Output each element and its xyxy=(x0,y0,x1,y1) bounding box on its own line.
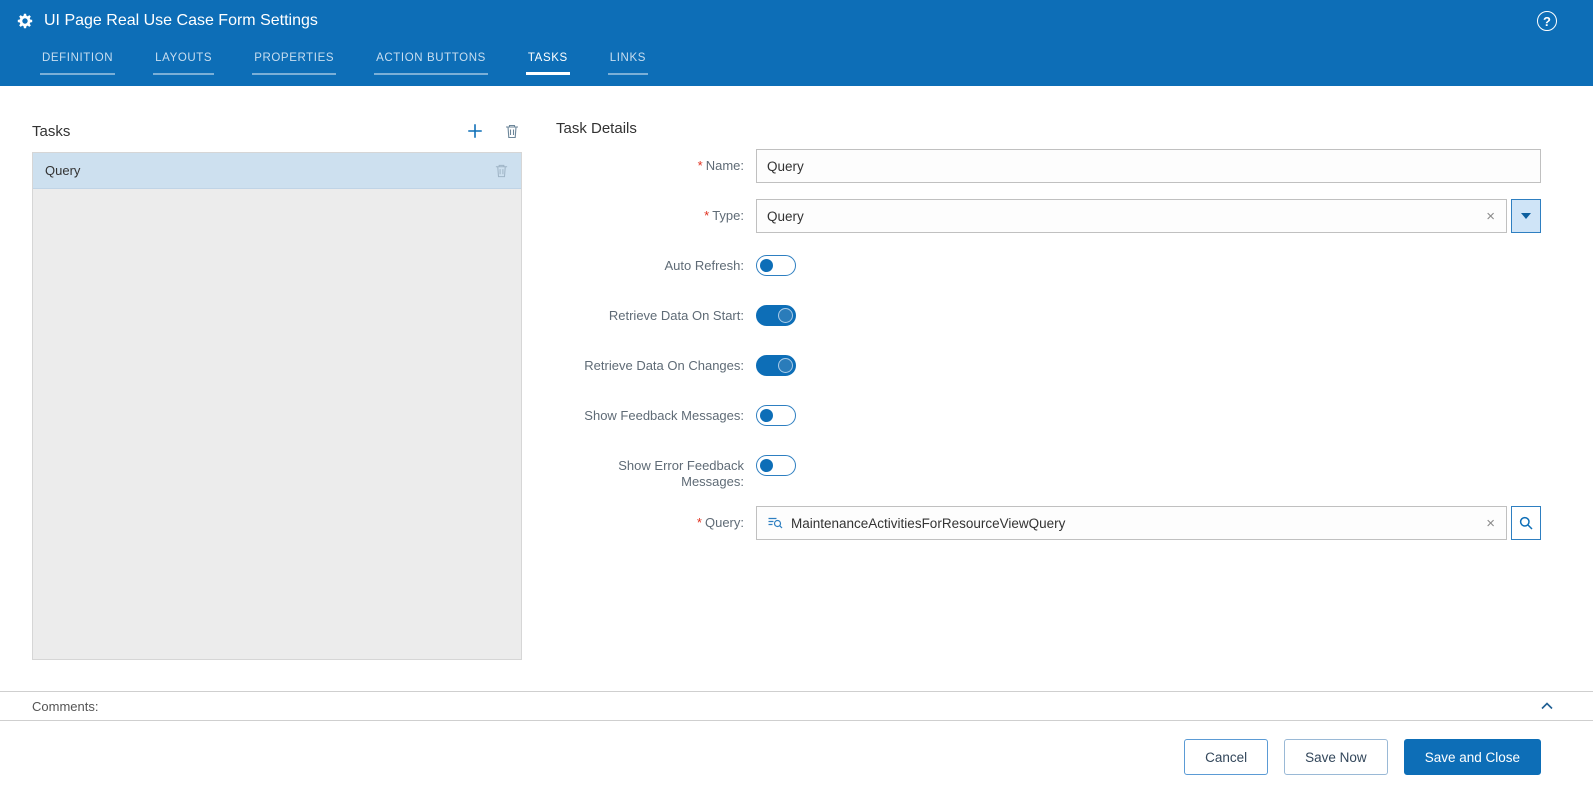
type-combobox[interactable]: Query × xyxy=(756,199,1507,233)
query-row: *Query: MaintenanceActivitiesForResource… xyxy=(556,506,1541,540)
show-feedback-toggle[interactable] xyxy=(756,405,796,426)
comments-collapse-button[interactable] xyxy=(1537,696,1557,716)
add-task-button[interactable] xyxy=(464,120,486,142)
plus-icon xyxy=(466,122,484,140)
query-search-lines-icon xyxy=(767,515,783,531)
query-label: Query: xyxy=(705,515,744,530)
tasks-panel-title: Tasks xyxy=(32,123,448,140)
comments-label: Comments: xyxy=(32,699,1537,714)
clear-icon[interactable]: × xyxy=(1481,209,1500,224)
auto-refresh-label: Auto Refresh: xyxy=(556,249,756,283)
tab-definition[interactable]: DEFINITION xyxy=(40,50,115,75)
search-icon xyxy=(1518,515,1534,531)
retrieve-on-start-label: Retrieve Data On Start: xyxy=(556,299,756,333)
chevron-down-icon xyxy=(1521,213,1531,219)
type-label: Type: xyxy=(712,208,744,223)
task-item-label: Query xyxy=(45,163,80,178)
tab-layouts[interactable]: LAYOUTS xyxy=(153,50,214,75)
tab-tasks[interactable]: TASKS xyxy=(526,50,570,75)
main-content: Tasks Query Task Details xyxy=(0,86,1593,691)
page-title: UI Page Real Use Case Form Settings xyxy=(44,12,318,30)
show-feedback-row: Show Feedback Messages: xyxy=(556,399,1541,433)
chevron-up-icon xyxy=(1539,698,1555,714)
tasks-list: Query xyxy=(32,152,522,660)
tab-action-buttons[interactable]: ACTION BUTTONS xyxy=(374,50,488,75)
retrieve-on-changes-toggle[interactable] xyxy=(756,355,796,376)
retrieve-on-start-row: Retrieve Data On Start: xyxy=(556,299,1541,333)
tab-bar: DEFINITION LAYOUTS PROPERTIES ACTION BUT… xyxy=(0,42,1593,86)
required-asterisk: * xyxy=(704,208,709,223)
required-asterisk: * xyxy=(698,158,703,173)
show-error-feedback-label: Show Error Feedback Messages: xyxy=(556,449,756,490)
app-header: UI Page Real Use Case Form Settings ? xyxy=(0,0,1593,42)
type-value: Query xyxy=(767,209,1481,224)
name-row: *Name: xyxy=(556,149,1541,183)
task-list-item[interactable]: Query xyxy=(33,153,521,189)
auto-refresh-toggle[interactable] xyxy=(756,255,796,276)
save-and-close-button[interactable]: Save and Close xyxy=(1404,739,1541,775)
query-lookup-button[interactable] xyxy=(1511,506,1541,540)
type-row: *Type: Query × xyxy=(556,199,1541,233)
retrieve-on-changes-label: Retrieve Data On Changes: xyxy=(556,349,756,383)
delete-task-button[interactable] xyxy=(502,121,522,141)
name-label: Name: xyxy=(706,158,744,173)
name-input[interactable] xyxy=(756,149,1541,183)
row-trash-icon[interactable] xyxy=(494,163,509,178)
auto-refresh-row: Auto Refresh: xyxy=(556,249,1541,283)
tab-links[interactable]: LINKS xyxy=(608,50,648,75)
show-error-feedback-row: Show Error Feedback Messages: xyxy=(556,449,1541,490)
retrieve-on-start-toggle[interactable] xyxy=(756,305,796,326)
task-details-panel: Task Details *Name: *Type: Query × xyxy=(556,120,1541,691)
trash-icon xyxy=(504,123,520,139)
tab-properties[interactable]: PROPERTIES xyxy=(252,50,336,75)
type-dropdown-button[interactable] xyxy=(1511,199,1541,233)
help-icon[interactable]: ? xyxy=(1537,11,1557,31)
task-details-title: Task Details xyxy=(556,120,1541,137)
show-feedback-label: Show Feedback Messages: xyxy=(556,399,756,433)
clear-icon[interactable]: × xyxy=(1481,516,1500,531)
required-asterisk: * xyxy=(697,515,702,530)
gear-icon xyxy=(16,12,34,30)
cancel-button[interactable]: Cancel xyxy=(1184,739,1268,775)
footer-actions: Cancel Save Now Save and Close xyxy=(0,721,1593,793)
query-lookup-field[interactable]: MaintenanceActivitiesForResourceViewQuer… xyxy=(756,506,1507,540)
retrieve-on-changes-row: Retrieve Data On Changes: xyxy=(556,349,1541,383)
save-now-button[interactable]: Save Now xyxy=(1284,739,1388,775)
show-error-feedback-toggle[interactable] xyxy=(756,455,796,476)
comments-section: Comments: xyxy=(0,691,1593,721)
tasks-panel: Tasks Query xyxy=(32,120,522,691)
query-value: MaintenanceActivitiesForResourceViewQuer… xyxy=(791,516,1481,531)
